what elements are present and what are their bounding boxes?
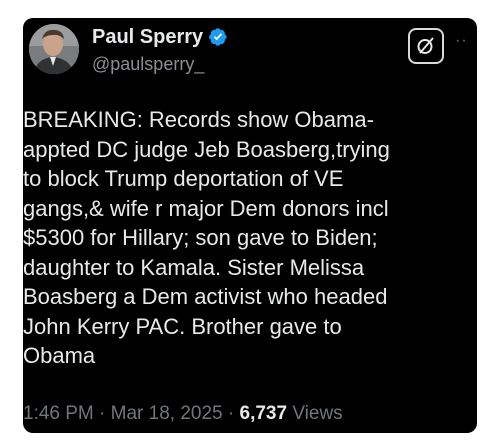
grok-icon <box>417 37 434 54</box>
display-name[interactable]: Paul Sperry <box>92 26 203 49</box>
meta-separator: · <box>99 403 106 424</box>
tweet-time[interactable]: 1:46 PM <box>23 403 94 424</box>
more-options-icon[interactable]: ·· <box>455 32 468 50</box>
screenshot-frame: Paul Sperry @paulsperry_ ·· BREAKING: Re… <box>0 0 500 443</box>
user-handle[interactable]: @paulsperry_ <box>92 54 204 75</box>
tweet-card[interactable]: Paul Sperry @paulsperry_ ·· BREAKING: Re… <box>23 18 477 433</box>
grok-button[interactable] <box>408 28 444 64</box>
views-count[interactable]: 6,737 <box>240 403 288 424</box>
avatar[interactable] <box>29 24 79 74</box>
views-label: Views <box>292 403 343 424</box>
tweet-text: BREAKING: Records show Obama- appted DC … <box>23 107 390 368</box>
avatar-photo <box>29 24 79 74</box>
author-name-row[interactable]: Paul Sperry <box>92 24 228 50</box>
verified-badge-icon <box>208 27 228 47</box>
meta-separator: · <box>227 403 235 424</box>
tweet-date[interactable]: Mar 18, 2025 <box>111 403 223 424</box>
tweet-metadata: 1:46 PM · Mar 18, 2025 · 6,737 Views <box>23 403 343 425</box>
